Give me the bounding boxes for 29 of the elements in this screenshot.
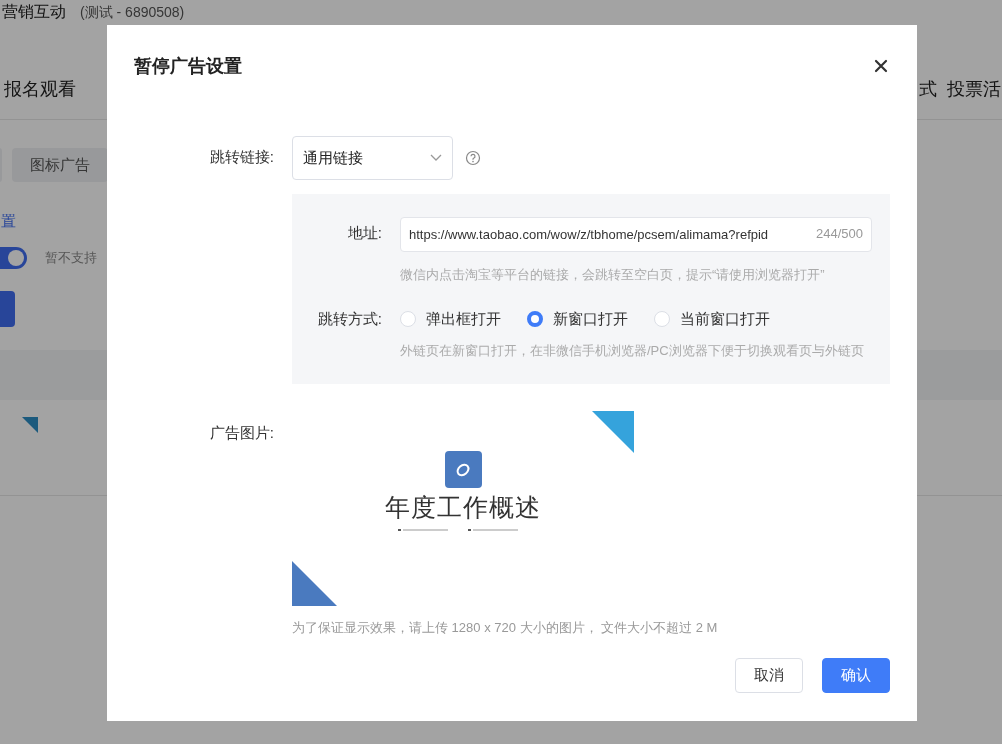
field-label: 地址: [346,223,383,243]
cancel-button[interactable]: 取消 [735,658,803,693]
toggle-note: 暂不支持 [45,249,97,267]
dialog-title: 暂停广告设置 [134,55,242,78]
field-label: 跳转链接: [208,147,275,167]
confirm-button[interactable]: 确认 [822,658,890,693]
close-icon[interactable] [874,59,888,73]
radio-option[interactable]: 弹出框打开 [400,309,501,329]
character-counter: 244/500 [816,226,863,241]
corner-triangle-icon [292,561,337,606]
radio-option[interactable]: 新窗口打开 [527,309,628,329]
field-label: 广告图片: [208,423,275,443]
radio-option[interactable]: 当前窗口打开 [654,309,770,329]
nav-tab[interactable]: 报名观看 [4,76,76,101]
slide-title: 年度工作概述 [385,492,541,523]
hint-text: 微信内点击淘宝等平台的链接，会跳转至空白页，提示“请使用浏览器打开” [400,266,826,284]
chevron-down-icon [430,154,442,162]
app-subtitle: (测试 - 6890508) [80,4,185,22]
nav-tab[interactable]: 式 [919,76,937,101]
tab-chip[interactable]: 图标广告 [12,148,108,182]
field-label: 跳转方式: [316,310,383,329]
app-title: 营销互动 [2,2,66,22]
hint-text: 外链页在新窗口打开，在非微信手机浏览器/PC浏览器下便于切换观看页与外链页 [400,342,865,360]
link-type-dropdown[interactable]: 通用链接 [292,136,453,180]
nav-tab[interactable]: 投票活 [947,76,1001,101]
upload-hint: 为了保证显示效果，请上传 1280 x 720 大小的图片， 文件大小不超过 2 M [292,619,719,637]
thumbnail-corner-icon [22,417,38,433]
help-icon [465,150,481,166]
radio-button[interactable] [527,311,543,327]
